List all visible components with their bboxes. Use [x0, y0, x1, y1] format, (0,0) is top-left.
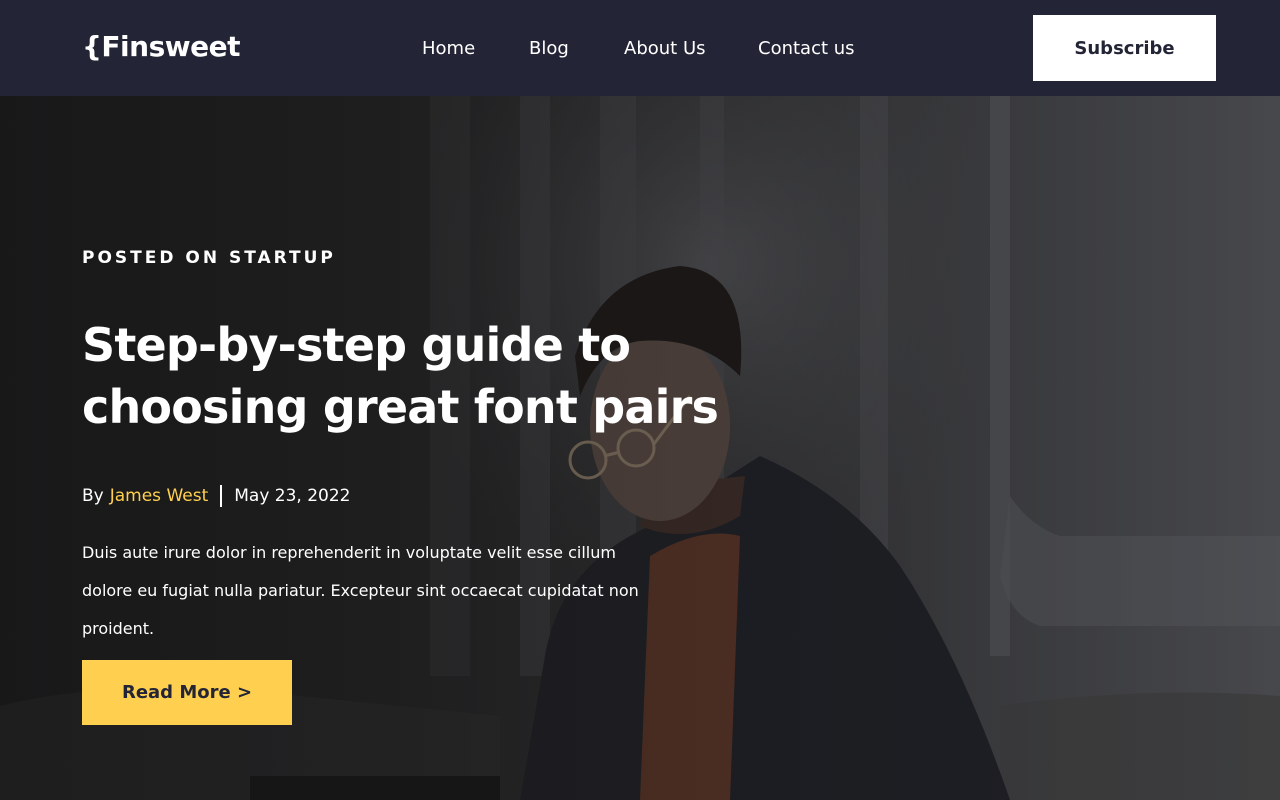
navbar: {Finsweet Home Blog About Us Contact us …: [0, 0, 1280, 96]
nav-link-blog[interactable]: Blog: [529, 38, 569, 59]
nav-link-about-us[interactable]: About Us: [624, 38, 706, 59]
nav-link-home[interactable]: Home: [422, 38, 475, 59]
by-label: By: [82, 486, 104, 506]
post-excerpt: Duis aute irure dolor in reprehenderit i…: [82, 543, 639, 638]
hero-section: POSTED ON STARTUP Step-by-step guide to …: [0, 96, 1280, 800]
nav-link-contact-us[interactable]: Contact us: [758, 38, 855, 59]
post-byline: By James West May 23, 2022: [82, 485, 351, 507]
read-more-button[interactable]: Read More >: [82, 660, 292, 725]
author-link[interactable]: James West: [110, 486, 209, 506]
logo[interactable]: {Finsweet: [82, 30, 241, 63]
post-date: May 23, 2022: [234, 486, 351, 506]
byline-divider: [220, 485, 223, 507]
hero-title[interactable]: Step-by-step guide to choosing great fon…: [82, 314, 802, 438]
post-category-label: POSTED ON STARTUP: [82, 248, 336, 268]
subscribe-button[interactable]: Subscribe: [1033, 15, 1216, 81]
